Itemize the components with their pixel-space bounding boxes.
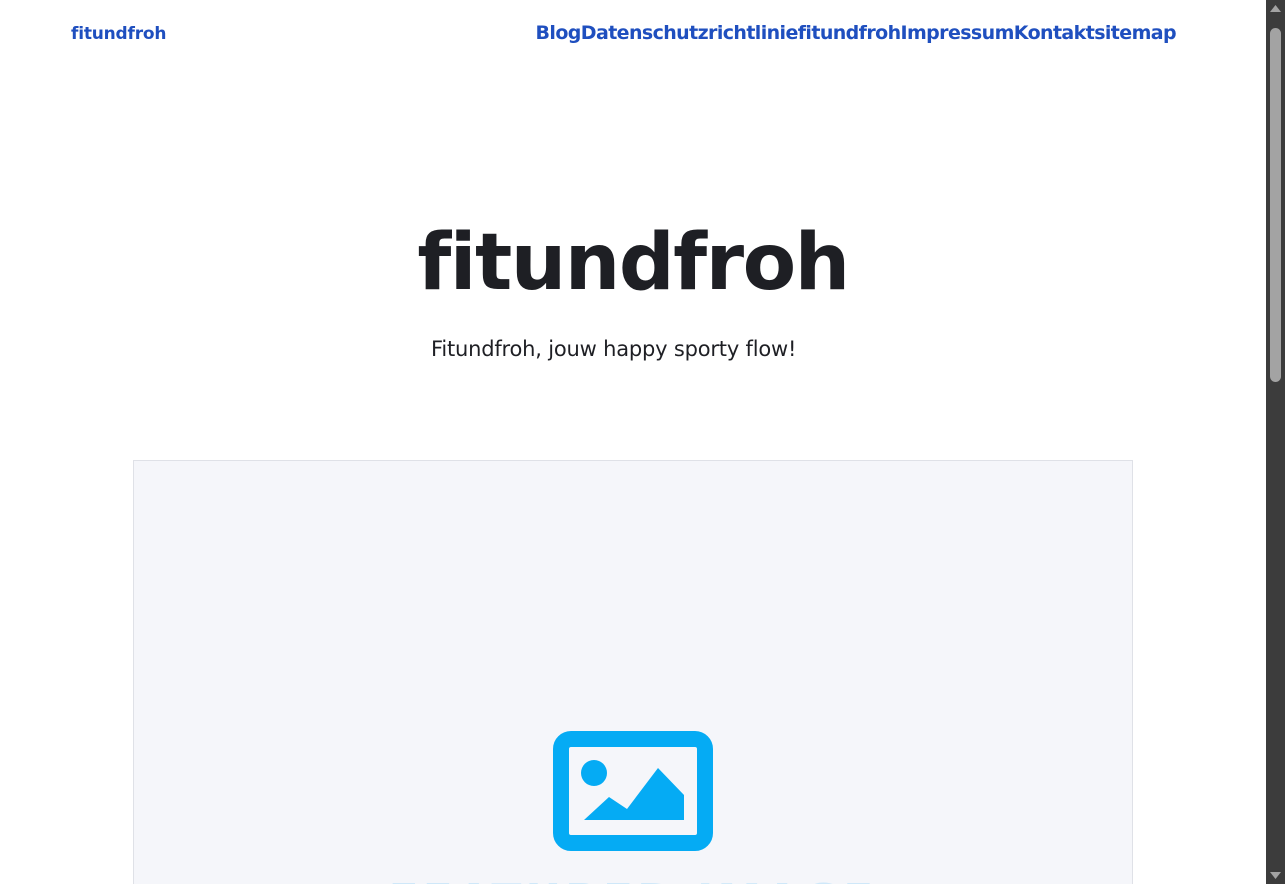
scrollbar-thumb[interactable] [1270,28,1281,382]
nav-link-fitundfroh[interactable]: fitundfroh [798,22,901,44]
site-tagline: Fitundfroh, jouw happy sporty flow! [431,337,797,361]
featured-image-placeholder: FEATURED IMAGE [133,460,1133,884]
nav-link-datenschutzrichtlinie[interactable]: Datenschutzrichtlinie [581,22,799,44]
nav-link-sitemap[interactable]: sitemap [1094,22,1176,44]
main-nav: Blog Datenschutzrichtlinie fitundfroh Im… [536,22,1177,44]
scroll-down-arrow-icon[interactable] [1266,867,1285,884]
nav-link-kontakt[interactable]: Kontakt [1014,22,1095,44]
site-title: fitundfroh [417,218,850,308]
page: fitundfroh Blog Datenschutzrichtlinie fi… [0,0,1266,884]
nav-link-impressum[interactable]: Impressum [901,22,1015,44]
browser-viewport: fitundfroh Blog Datenschutzrichtlinie fi… [0,0,1285,884]
image-placeholder-icon [553,731,713,851]
featured-image-caption: FEATURED IMAGE [134,875,1132,884]
vertical-scrollbar[interactable] [1266,0,1285,884]
site-logo-link[interactable]: fitundfroh [71,24,166,44]
scroll-up-arrow-icon[interactable] [1266,0,1285,17]
site-header: fitundfroh Blog Datenschutzrichtlinie fi… [0,0,1266,70]
nav-link-blog[interactable]: Blog [536,22,582,44]
